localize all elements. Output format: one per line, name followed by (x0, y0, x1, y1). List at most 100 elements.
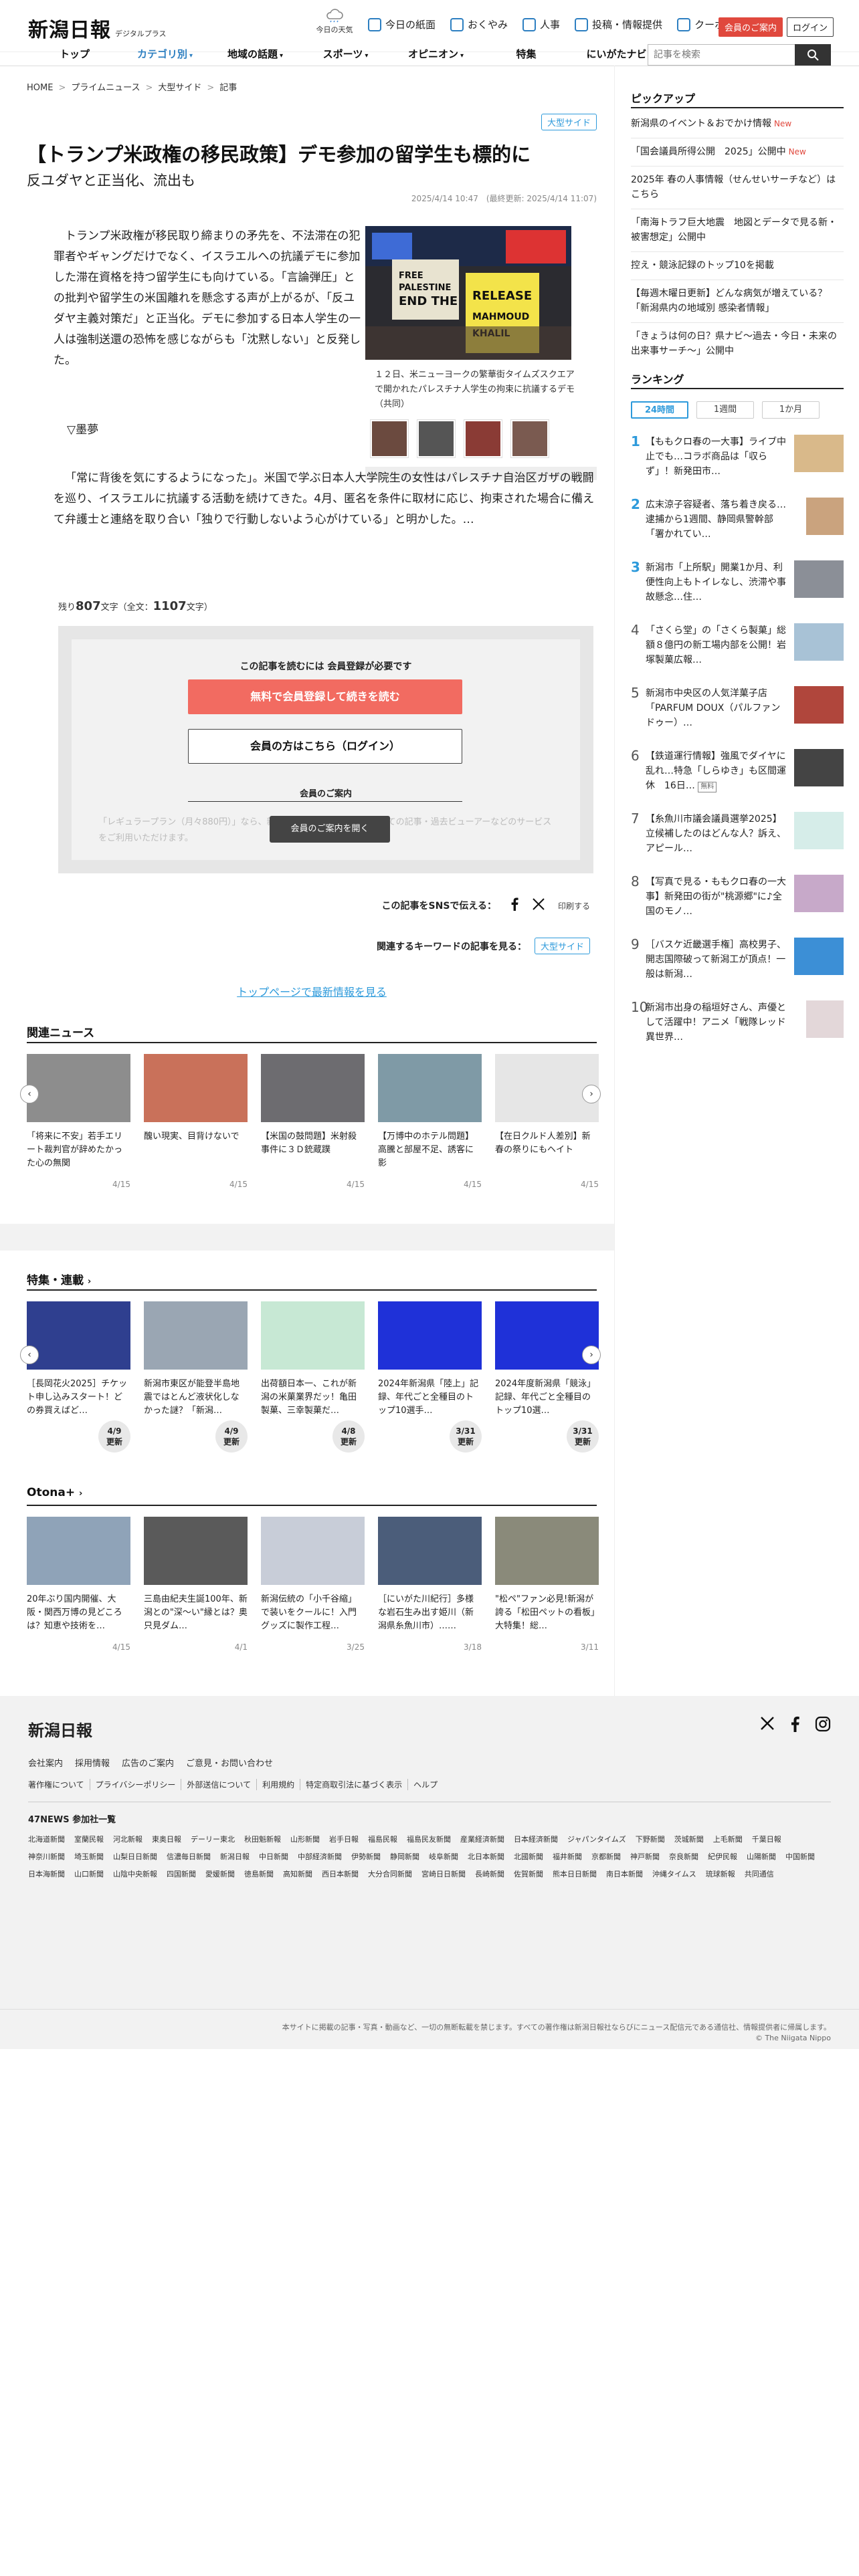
partner-paper-link[interactable]: 北國新聞 (514, 1848, 543, 1866)
util-submit[interactable]: 投稿・情報提供 (575, 17, 662, 31)
nav-category[interactable]: カテゴリ別 ▾ (120, 44, 210, 66)
partner-paper-link[interactable]: 北日本新聞 (468, 1848, 504, 1866)
partner-paper-link[interactable]: 共同通信 (745, 1866, 774, 1883)
article-photo[interactable]: FREE PALESTINE END THE RELEASE MAHMOUD K… (365, 226, 571, 360)
footer-link[interactable]: プライバシーポリシー (89, 1779, 181, 1790)
login-button[interactable]: ログイン (787, 17, 834, 37)
pickup-item[interactable]: 控え・競泳記録のトップ10を掲載 (631, 258, 844, 273)
partner-paper-link[interactable]: 沖縄タイムス (652, 1866, 696, 1883)
partner-paper-link[interactable]: 愛媛新聞 (205, 1866, 235, 1883)
carousel-prev-button[interactable]: ‹ (20, 1085, 39, 1103)
pickup-item[interactable]: 新潟県のイベント＆おでかけ情報 New (631, 116, 844, 131)
tab-week[interactable]: 1週間 (696, 401, 754, 419)
otona-card[interactable]: 新潟伝統の「小千谷縮」で装いをクールに！入門グッズに製作工程… 3/25 (261, 1517, 365, 1652)
breadcrumb-prime[interactable]: プライムニュース (71, 83, 140, 93)
partner-paper-link[interactable]: 静岡新聞 (390, 1848, 419, 1866)
photo-thumb[interactable] (464, 420, 502, 457)
footer-link[interactable]: ご意見・お問い合わせ (186, 1756, 273, 1769)
facebook-icon[interactable] (789, 1716, 800, 1735)
pickup-item[interactable]: 【毎週木曜日更新】どんな病気が増えている？「新潟県内の地域別 感染者情報」 (631, 286, 844, 316)
footer-link[interactable]: 特定商取引法に基づく表示 (300, 1779, 407, 1790)
util-newspaper[interactable]: 今日の紙面 (368, 17, 436, 31)
ranking-item[interactable]: 6 【鉄道運行情報】強風でダイヤに乱れ…特急「しらゆき」も区間運休 16日… 無料 (631, 748, 844, 794)
partner-paper-link[interactable]: 長崎新聞 (475, 1866, 504, 1883)
partner-paper-link[interactable]: 山口新聞 (74, 1866, 104, 1883)
partner-paper-link[interactable]: 琉球新報 (706, 1866, 735, 1883)
ranking-item[interactable]: 2 広末涼子容疑者、落ち着き戻る…逮捕から1週間、静岡県警幹部「署かれてい… (631, 496, 844, 543)
otona-card[interactable]: 20年ぶり国内開催、大阪・関西万博の見どころは？知恵や技術を… 4/15 (27, 1517, 130, 1652)
partner-paper-link[interactable]: 大分合同新聞 (368, 1866, 412, 1883)
partner-paper-link[interactable]: 信濃毎日新聞 (167, 1848, 211, 1866)
series-heading[interactable]: 特集・連載 › (27, 1271, 91, 1287)
partner-paper-link[interactable]: 上毛新聞 (713, 1831, 743, 1848)
partner-paper-link[interactable]: 山梨日日新聞 (113, 1848, 157, 1866)
partner-paper-link[interactable]: 東奥日報 (152, 1831, 181, 1848)
pickup-item[interactable]: 「きょうは何の日？県ナビ～過去・今日・未来の出来事サーチ～」公開中 (631, 329, 844, 358)
partner-paper-link[interactable]: 新潟日報 (220, 1848, 250, 1866)
partner-paper-link[interactable]: 佐賀新聞 (514, 1866, 543, 1883)
footer-link[interactable]: 著作権について (28, 1779, 90, 1790)
partner-paper-link[interactable]: 山陰中央新報 (113, 1866, 157, 1883)
ranking-item[interactable]: 1 【ももクロ春の一大事】ライブ中止でも…コラボ商品は「収らず」！新発田市… (631, 433, 844, 480)
partner-paper-link[interactable]: 紀伊民報 (708, 1848, 737, 1866)
partner-paper-link[interactable]: 神戸新聞 (630, 1848, 660, 1866)
related-card[interactable]: 醜い現実、目背けないで 4/15 (144, 1054, 248, 1189)
util-personnel[interactable]: 人事 (522, 17, 560, 31)
top-page-link[interactable]: トップページで最新情報を見る (27, 983, 597, 999)
ranking-item[interactable]: 10 新潟市出身の稲垣好さん、声優として活躍中！アニメ「戦隊レッド 異世界… (631, 999, 844, 1046)
print-link[interactable]: 印刷する (558, 900, 590, 911)
partner-paper-link[interactable]: 日本経済新聞 (514, 1831, 558, 1848)
util-obituary[interactable]: おくやみ (450, 17, 508, 31)
partner-paper-link[interactable]: 山陽新聞 (747, 1848, 776, 1866)
footer-link[interactable]: ヘルプ (407, 1779, 443, 1790)
tab-24h[interactable]: 24時間 (631, 401, 688, 419)
nav-opinion[interactable]: オピニオン ▾ (391, 44, 481, 66)
partner-paper-link[interactable]: 西日本新聞 (322, 1866, 359, 1883)
guide-open-button[interactable]: 会員のご案内を開く (270, 816, 390, 843)
related-card[interactable]: 【米国の鼓問題】米射殺事件に３Ｄ銃蔵蹼 4/15 (261, 1054, 365, 1189)
register-button[interactable]: 無料で会員登録して続きを読む (188, 679, 462, 714)
ranking-item[interactable]: 4 「さくら堂」の「さくら製菓」総額８億円の新工場内部を公開！岩塚製菓広報… (631, 622, 844, 669)
series-card[interactable]: 新潟市東区が能登半島地震ではとんど液状化しなかった謎？「新潟… 4/9 更新 (144, 1301, 248, 1453)
pickup-item[interactable]: 「国会議員所得公開 2025」公開中 New (631, 144, 844, 159)
partner-paper-link[interactable]: 福島民報 (368, 1831, 397, 1848)
photo-thumb[interactable] (417, 420, 455, 457)
ranking-item[interactable]: 8 【写真で見る・ももクロ春の一大事】新発田の街が"桃源郷"に♪全国のモノ… (631, 873, 844, 920)
partner-paper-link[interactable]: 室蘭民報 (74, 1831, 104, 1848)
weather-link[interactable]: 今日の天気 (313, 7, 356, 35)
partner-paper-link[interactable]: ジャパンタイムズ (567, 1831, 626, 1848)
partner-paper-link[interactable]: 徳島新聞 (244, 1866, 274, 1883)
partner-paper-link[interactable]: 茨城新聞 (674, 1831, 704, 1848)
footer-link[interactable]: 採用情報 (75, 1756, 110, 1769)
partner-paper-link[interactable]: 北海道新聞 (28, 1831, 65, 1848)
partner-paper-link[interactable]: 秋田魁新報 (244, 1831, 281, 1848)
related-card[interactable]: 【在日クルド人差別】新春の祭りにもヘイト 4/15 (495, 1054, 599, 1189)
ranking-item[interactable]: 7 【糸魚川市議会議員選挙2025】立候補したのはどんな人？訴え、アピール… (631, 811, 844, 857)
nav-sports[interactable]: スポーツ ▾ (300, 44, 391, 66)
breadcrumb-side[interactable]: 大型サイド (158, 83, 201, 93)
tab-month[interactable]: 1か月 (762, 401, 820, 419)
carousel-next-button[interactable]: › (582, 1085, 601, 1103)
otona-card[interactable]: "松ペ"ファン必見!新潟が誇る「松田ペットの看板」大特集！総… 3/11 (495, 1517, 599, 1652)
partner-paper-link[interactable]: 中国新聞 (785, 1848, 815, 1866)
nav-feature[interactable]: 特集 (481, 44, 571, 66)
partner-paper-link[interactable]: 福井新聞 (553, 1848, 582, 1866)
partner-paper-link[interactable]: 福島民友新聞 (407, 1831, 451, 1848)
facebook-icon[interactable] (510, 897, 519, 914)
footer-link[interactable]: 利用規約 (256, 1779, 300, 1790)
ranking-item[interactable]: 5 新潟市中央区の人気洋菓子店「PARFUM DOUX（パルファンドゥー）… (631, 685, 844, 732)
partner-paper-link[interactable]: 山形新聞 (290, 1831, 320, 1848)
x-icon[interactable] (760, 1716, 775, 1735)
partner-paper-link[interactable]: 下野新聞 (636, 1831, 665, 1848)
series-card[interactable]: 出荷額日本一、これが新潟の米菓業界だッ！亀田製菓、三幸製菓だ… 4/8 更新 (261, 1301, 365, 1453)
partner-paper-link[interactable]: 四国新聞 (167, 1866, 196, 1883)
footer-link[interactable]: 広告のご案内 (122, 1756, 174, 1769)
article-tag[interactable]: 大型サイド (541, 114, 597, 130)
carousel-prev-button[interactable]: ‹ (20, 1346, 39, 1364)
footer-link[interactable]: 会社案内 (28, 1756, 63, 1769)
nav-top[interactable]: トップ (29, 44, 120, 66)
pickup-item[interactable]: 2025年 春の人事情報（せんせいサーチなど）はこちら (631, 173, 844, 202)
instagram-icon[interactable] (815, 1716, 831, 1735)
related-card[interactable]: 【万博中のホテル問題】高騰と部屋不足、誘客に影 4/15 (378, 1054, 482, 1189)
otona-card[interactable]: ［にいがた川紀行］多様な岩石生み出す姫川（新潟県糸魚川市）…… 3/18 (378, 1517, 482, 1652)
